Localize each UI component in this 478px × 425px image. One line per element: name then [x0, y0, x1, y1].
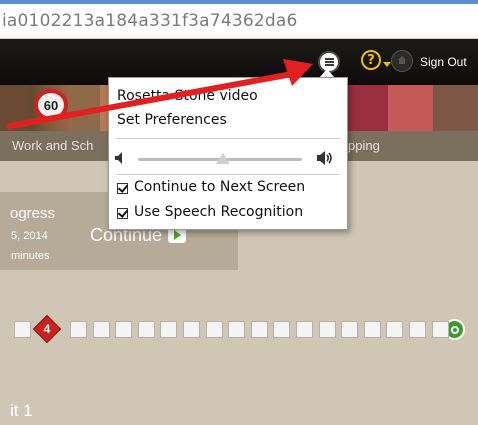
- lesson-square[interactable]: [115, 321, 133, 338]
- lesson-square[interactable]: [318, 321, 336, 338]
- speed-sign-text: 60: [43, 97, 59, 113]
- menu-item-rosetta-video[interactable]: Rosetta Stone video: [117, 88, 258, 104]
- volume-high-icon[interactable]: [317, 150, 335, 166]
- list-icon: [324, 58, 334, 66]
- home-button[interactable]: [391, 50, 413, 72]
- lesson-square[interactable]: [160, 321, 178, 338]
- menu-divider: [116, 138, 340, 139]
- help-dropdown-caret-icon[interactable]: [383, 62, 391, 67]
- unit-label: it 1: [10, 401, 33, 420]
- unit-label-left[interactable]: Work and Sch: [12, 138, 93, 153]
- lesson-square[interactable]: [205, 321, 223, 338]
- speech-recognition-checkbox[interactable]: [117, 208, 128, 219]
- url-text[interactable]: ia0102213a184a331f3a74362da6: [2, 11, 298, 31]
- lesson-square[interactable]: [296, 321, 313, 338]
- lesson-square[interactable]: [92, 321, 110, 338]
- lesson-square[interactable]: [250, 321, 268, 338]
- continue-next-screen-label[interactable]: Continue to Next Screen: [134, 179, 305, 195]
- lesson-square[interactable]: [409, 321, 426, 338]
- speech-recognition-label[interactable]: Use Speech Recognition: [134, 204, 303, 220]
- progress-title: ogress: [10, 205, 56, 222]
- lesson-square[interactable]: [14, 321, 31, 338]
- current-lesson-number: 4: [43, 322, 51, 336]
- progress-time: minutes: [11, 250, 50, 262]
- continue-next-screen-checkbox[interactable]: [117, 183, 128, 194]
- lesson-square[interactable]: [363, 321, 381, 338]
- volume-slider-thumb[interactable]: [216, 153, 231, 164]
- menu-divider: [116, 174, 340, 175]
- lesson-square[interactable]: [386, 321, 404, 338]
- help-button[interactable]: ?: [361, 50, 381, 70]
- help-icon: ?: [367, 52, 375, 68]
- lesson-square[interactable]: [137, 321, 155, 338]
- lesson-square[interactable]: [341, 321, 359, 338]
- lesson-square[interactable]: [431, 321, 449, 338]
- lesson-square[interactable]: [273, 321, 291, 338]
- address-bar[interactable]: ia0102213a184a331f3a74362da6: [0, 4, 478, 39]
- lesson-square[interactable]: [70, 321, 87, 338]
- sign-out-link[interactable]: Sign Out: [420, 55, 467, 69]
- menu-item-set-preferences[interactable]: Set Preferences: [117, 112, 227, 128]
- lesson-square[interactable]: [228, 321, 246, 338]
- volume-low-icon[interactable]: [115, 152, 125, 164]
- progress-date: 5, 2014: [11, 230, 48, 242]
- lesson-square[interactable]: [183, 321, 200, 338]
- unit-label-right[interactable]: pping: [348, 138, 380, 153]
- speed-limit-sign-image: 60: [34, 89, 68, 121]
- home-icon: [398, 56, 406, 64]
